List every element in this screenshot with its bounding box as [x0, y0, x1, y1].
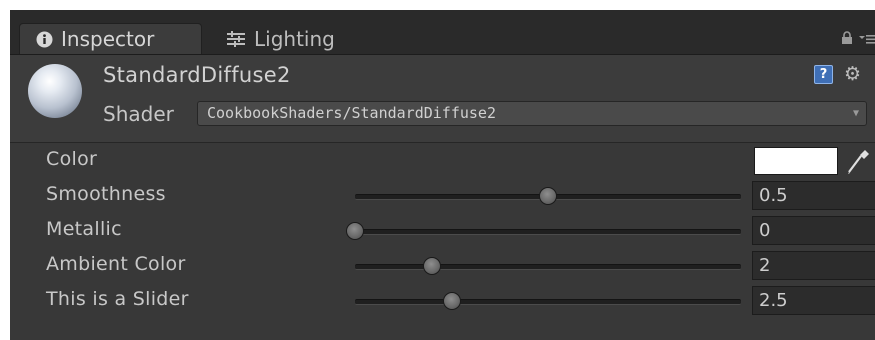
- smoothness-value-field[interactable]: 0.5: [752, 181, 875, 210]
- tab-inspector[interactable]: Inspector: [19, 23, 202, 54]
- property-row-metallic: Metallic 0: [10, 213, 875, 248]
- lock-icon[interactable]: [841, 30, 853, 49]
- property-label-custom-slider: This is a Slider: [46, 288, 189, 310]
- panel-menu-icon[interactable]: [859, 30, 875, 49]
- property-row-color: Color: [10, 143, 875, 178]
- tab-lighting[interactable]: Lighting: [222, 23, 335, 54]
- shader-value: CookbookShaders/StandardDiffuse2: [207, 104, 496, 122]
- info-icon: [36, 31, 53, 48]
- custom-value-field[interactable]: 2.5: [752, 286, 875, 315]
- screenshot-frame: Inspector Lighting StandardDiffuse2 ? ⚙ …: [0, 0, 875, 340]
- ambient-value-field[interactable]: 2: [752, 251, 875, 280]
- material-name: StandardDiffuse2: [103, 63, 291, 87]
- lighting-icon: [226, 30, 246, 48]
- dropdown-arrow-icon: ▼: [852, 108, 859, 119]
- tab-bar: Inspector Lighting: [10, 10, 875, 55]
- metallic-value-field[interactable]: 0: [752, 216, 875, 245]
- metallic-slider-thumb[interactable]: [346, 222, 364, 240]
- ambient-slider-track[interactable]: [355, 264, 741, 270]
- help-icon[interactable]: ?: [814, 65, 833, 84]
- eyedropper-icon[interactable]: [846, 147, 872, 179]
- smoothness-slider-thumb[interactable]: [539, 187, 557, 205]
- tab-lighting-label: Lighting: [254, 26, 335, 51]
- ambient-slider-thumb[interactable]: [423, 257, 442, 275]
- property-label-smoothness: Smoothness: [46, 183, 166, 205]
- property-row-ambient-color: Ambient Color 2: [10, 248, 875, 283]
- property-row-custom-slider: This is a Slider 2.5: [10, 283, 875, 318]
- inspector-window: Inspector Lighting StandardDiffuse2 ? ⚙ …: [10, 10, 875, 340]
- settings-gear-icon[interactable]: ⚙: [844, 63, 861, 85]
- tab-inspector-label: Inspector: [61, 27, 155, 51]
- material-header: StandardDiffuse2 ? ⚙ Shader CookbookShad…: [10, 55, 875, 143]
- property-label-ambient-color: Ambient Color: [46, 253, 186, 275]
- metallic-slider-track[interactable]: [355, 229, 741, 235]
- shader-label: Shader: [103, 102, 174, 126]
- color-swatch[interactable]: [754, 147, 838, 175]
- custom-slider-track[interactable]: [355, 299, 741, 305]
- property-label-metallic: Metallic: [46, 218, 122, 240]
- tab-tools: [841, 30, 875, 49]
- property-label-color: Color: [46, 148, 98, 170]
- material-properties: Color Smoothness 0.5 Metallic 0 Ambient …: [10, 143, 875, 340]
- material-preview-sphere: [28, 64, 82, 118]
- property-row-smoothness: Smoothness 0.5: [10, 178, 875, 213]
- custom-slider-thumb[interactable]: [442, 292, 461, 310]
- shader-dropdown[interactable]: CookbookShaders/StandardDiffuse2 ▼: [197, 101, 867, 126]
